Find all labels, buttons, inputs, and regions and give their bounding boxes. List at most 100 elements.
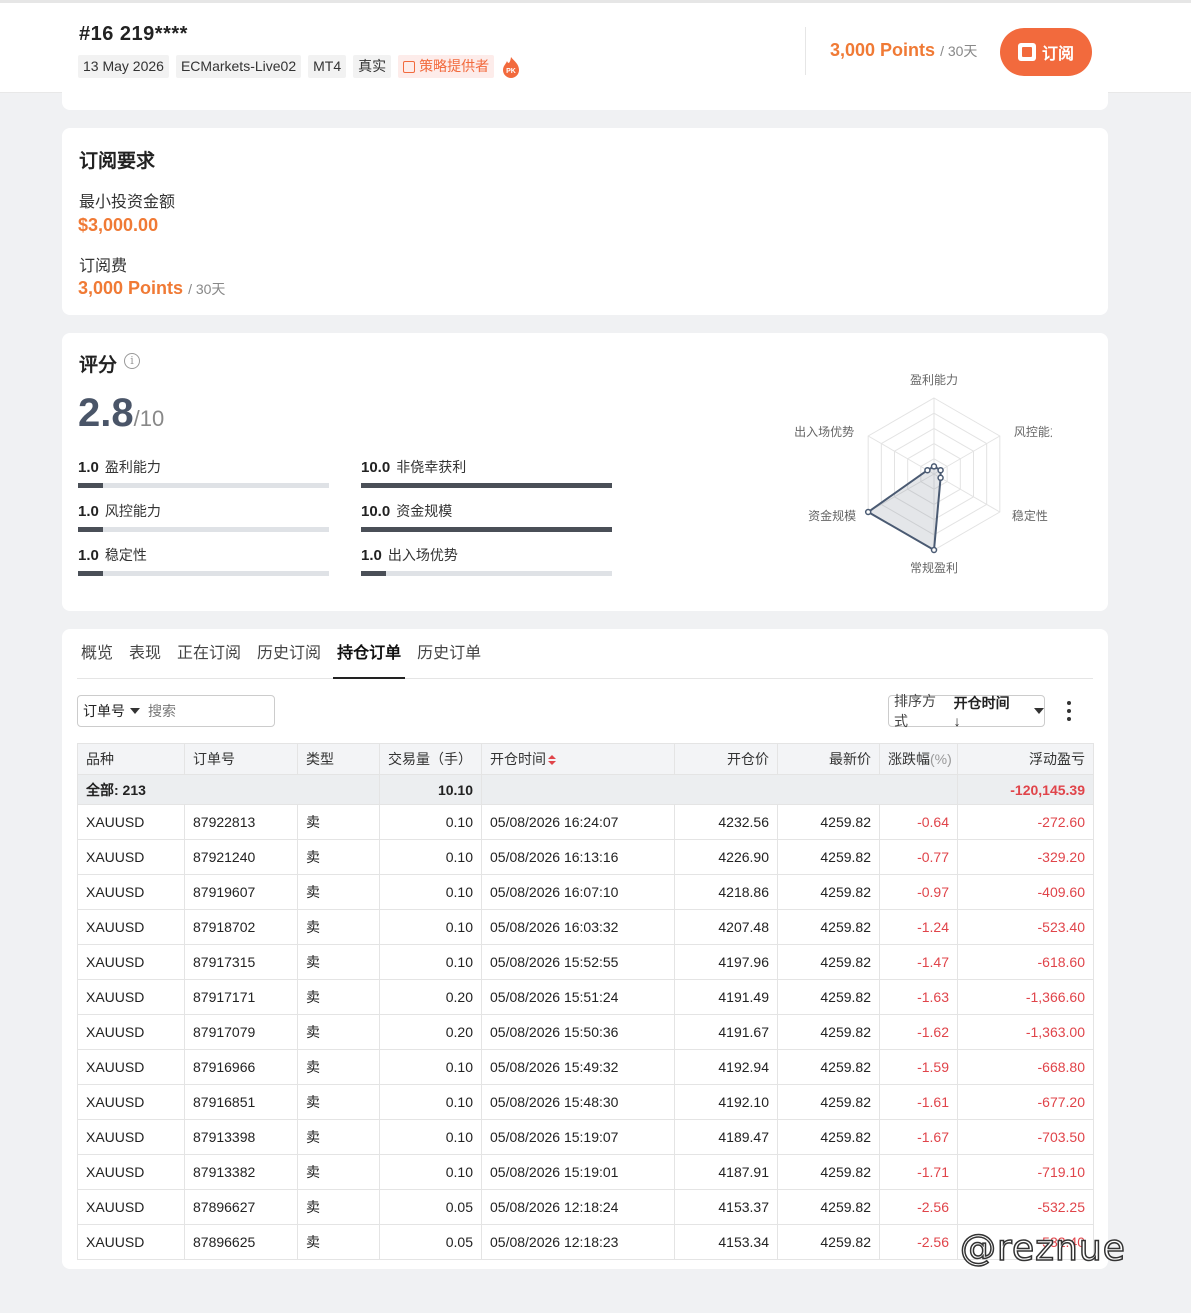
cell-type: 卖 bbox=[297, 1224, 380, 1260]
radar-axis-label: 资金规模 bbox=[808, 508, 856, 523]
table-row[interactable]: XAUUSD 87921240 卖 0.10 05/08/2026 16:13:16 42… bbox=[77, 839, 1094, 875]
cell-open-price: 4153.37 bbox=[674, 1189, 778, 1225]
col-latest-price[interactable]: 最新价 bbox=[777, 743, 880, 775]
metric-score: 1.0 bbox=[78, 547, 99, 564]
total-volume: 10.10 bbox=[379, 774, 482, 805]
cell-symbol: XAUUSD bbox=[77, 1014, 185, 1050]
search-input[interactable] bbox=[148, 703, 258, 719]
table-row[interactable]: XAUUSD 87919607 卖 0.10 05/08/2026 16:07:10 42… bbox=[77, 874, 1094, 910]
radar-axis-label: 风控能力 bbox=[1014, 425, 1052, 439]
tab-open-positions[interactable]: 持仓订单 bbox=[333, 629, 406, 679]
cell-volume: 0.10 bbox=[379, 839, 482, 875]
cell-change: -1.67 bbox=[879, 1119, 958, 1155]
cell-type: 卖 bbox=[297, 1014, 380, 1050]
cell-open-time: 05/08/2026 15:19:07 bbox=[481, 1119, 675, 1155]
subscribe-button[interactable]: 订阅 bbox=[1000, 28, 1092, 76]
metric-bar bbox=[361, 483, 612, 488]
col-volume[interactable]: 交易量（手） bbox=[379, 743, 482, 775]
table-row[interactable]: XAUUSD 87917315 卖 0.10 05/08/2026 15:52:55 41… bbox=[77, 944, 1094, 980]
metric-bar bbox=[78, 527, 329, 532]
orders-card: 概览 表现 正在订阅 历史订阅 持仓订单 历史订单 订单号 排序方式 开仓时间 … bbox=[62, 629, 1108, 1269]
metric-name: 稳定性 bbox=[104, 547, 147, 563]
tab-overview[interactable]: 概览 bbox=[77, 629, 117, 679]
cell-open-time: 05/08/2026 15:50:36 bbox=[481, 1014, 675, 1050]
cell-floating-pnl: -703.50 bbox=[957, 1119, 1094, 1155]
col-change[interactable]: 涨跌幅(%) bbox=[879, 743, 958, 775]
cell-change: -1.62 bbox=[879, 1014, 958, 1050]
cell-floating-pnl: -677.20 bbox=[957, 1084, 1094, 1120]
cell-open-time: 05/08/2026 15:51:24 bbox=[481, 979, 675, 1015]
table-row[interactable]: XAUUSD 87913398 卖 0.10 05/08/2026 15:19:07 41… bbox=[77, 1119, 1094, 1155]
table-row[interactable]: XAUUSD 87916966 卖 0.10 05/08/2026 15:49:32 41… bbox=[77, 1049, 1094, 1085]
cell-floating-pnl: -719.10 bbox=[957, 1154, 1094, 1190]
subscribe-label: 订阅 bbox=[1041, 46, 1074, 63]
cell-floating-pnl: -1,366.60 bbox=[957, 979, 1094, 1015]
tab-current-subscriptions[interactable]: 正在订阅 bbox=[173, 629, 245, 679]
sort-select[interactable]: 排序方式 开仓时间 ↓ bbox=[888, 693, 1045, 729]
cell-volume: 0.10 bbox=[379, 1084, 482, 1120]
chevron-down-icon bbox=[130, 708, 140, 714]
sort-value: 开仓时间 ↓ bbox=[953, 695, 1010, 729]
col-symbol[interactable]: 品种 bbox=[77, 743, 185, 775]
tab-performance[interactable]: 表现 bbox=[125, 629, 165, 679]
table-row[interactable]: XAUUSD 87922813 卖 0.10 05/08/2026 16:24:07 42… bbox=[77, 804, 1094, 840]
col-open-time[interactable]: 开仓时间 bbox=[481, 743, 675, 775]
account-title: #16 219**** bbox=[79, 23, 188, 45]
header-price: 3,000 Points / 30天 bbox=[830, 40, 977, 61]
table-row[interactable]: XAUUSD 87917079 卖 0.20 05/08/2026 15:50:36 41… bbox=[77, 1014, 1094, 1050]
sort-arrows-icon[interactable] bbox=[548, 755, 556, 766]
cell-latest-price: 4259.82 bbox=[777, 1119, 880, 1155]
col-type[interactable]: 类型 bbox=[297, 743, 380, 775]
chevron-down-icon bbox=[1034, 708, 1044, 714]
cell-floating-pnl: -409.60 bbox=[957, 874, 1094, 910]
score-card: 评分 i 2.8/10 1.0 盈利能力 10.0 非侥幸获利 1.0 风控能力 10… bbox=[62, 333, 1108, 611]
col-change-unit: (%) bbox=[930, 751, 952, 767]
table-row[interactable]: XAUUSD 87917171 卖 0.20 05/08/2026 15:51:24 41… bbox=[77, 979, 1094, 1015]
total-label: 全部: 213 bbox=[77, 774, 380, 805]
cell-order-no: 87916851 bbox=[184, 1084, 298, 1120]
total-spacer bbox=[481, 774, 958, 805]
cell-volume: 0.10 bbox=[379, 804, 482, 840]
tab-history-orders[interactable]: 历史订单 bbox=[413, 629, 485, 679]
cell-latest-price: 4259.82 bbox=[777, 804, 880, 840]
provider-tag: 策略提供者 bbox=[398, 55, 495, 78]
radar-point bbox=[864, 508, 872, 516]
watermark: @reznue bbox=[959, 1227, 1126, 1270]
info-icon[interactable]: i bbox=[124, 353, 140, 369]
account-tags: 13 May 2026 ECMarkets-Live02 MT4 真实 策略提供… bbox=[78, 55, 521, 78]
table-row[interactable]: XAUUSD 87918702 卖 0.10 05/08/2026 16:03:32 42… bbox=[77, 909, 1094, 945]
header-divider bbox=[805, 27, 806, 75]
pk-flame-icon[interactable]: PK bbox=[501, 56, 521, 78]
table-row[interactable]: XAUUSD 87896625 卖 0.05 05/08/2026 12:18:23 41… bbox=[77, 1224, 1094, 1260]
cell-open-price: 4207.48 bbox=[674, 909, 778, 945]
cell-order-no: 87922813 bbox=[184, 804, 298, 840]
metric-bar bbox=[78, 483, 329, 488]
cell-change: -0.77 bbox=[879, 839, 958, 875]
col-open-price[interactable]: 开仓价 bbox=[674, 743, 778, 775]
metric-score: 10.0 bbox=[361, 503, 391, 520]
col-floating-pnl[interactable]: 浮动盈亏 bbox=[957, 743, 1094, 775]
more-options-icon[interactable] bbox=[1062, 701, 1076, 721]
sort-label: 排序方式 bbox=[894, 693, 936, 729]
tab-history-subscriptions[interactable]: 历史订阅 bbox=[253, 629, 325, 679]
metric-bar-fill bbox=[361, 483, 612, 488]
cell-latest-price: 4259.82 bbox=[777, 909, 880, 945]
table-row[interactable]: XAUUSD 87913382 卖 0.10 05/08/2026 15:19:01 41… bbox=[77, 1154, 1094, 1190]
metric-bar-fill bbox=[78, 527, 104, 532]
cell-order-no: 87917171 bbox=[184, 979, 298, 1015]
metric-bar bbox=[361, 527, 612, 532]
metric-risk-control: 1.0 风控能力 bbox=[78, 501, 329, 537]
radar-axis-line bbox=[867, 435, 935, 475]
filter-select[interactable]: 订单号 bbox=[78, 701, 148, 721]
cell-volume: 0.20 bbox=[379, 1014, 482, 1050]
table-row[interactable]: XAUUSD 87896627 卖 0.05 05/08/2026 12:18:24 41… bbox=[77, 1189, 1094, 1225]
col-change-label: 涨跌幅 bbox=[888, 751, 930, 767]
metric-bar bbox=[78, 571, 329, 576]
platform-tag: MT4 bbox=[308, 55, 347, 78]
cell-order-no: 87896627 bbox=[184, 1189, 298, 1225]
cell-open-time: 05/08/2026 16:03:32 bbox=[481, 909, 675, 945]
cell-floating-pnl: -523.40 bbox=[957, 909, 1094, 945]
col-order-no[interactable]: 订单号 bbox=[184, 743, 298, 775]
fee-period: / 30天 bbox=[188, 281, 226, 297]
table-row[interactable]: XAUUSD 87916851 卖 0.10 05/08/2026 15:48:30 41… bbox=[77, 1084, 1094, 1120]
